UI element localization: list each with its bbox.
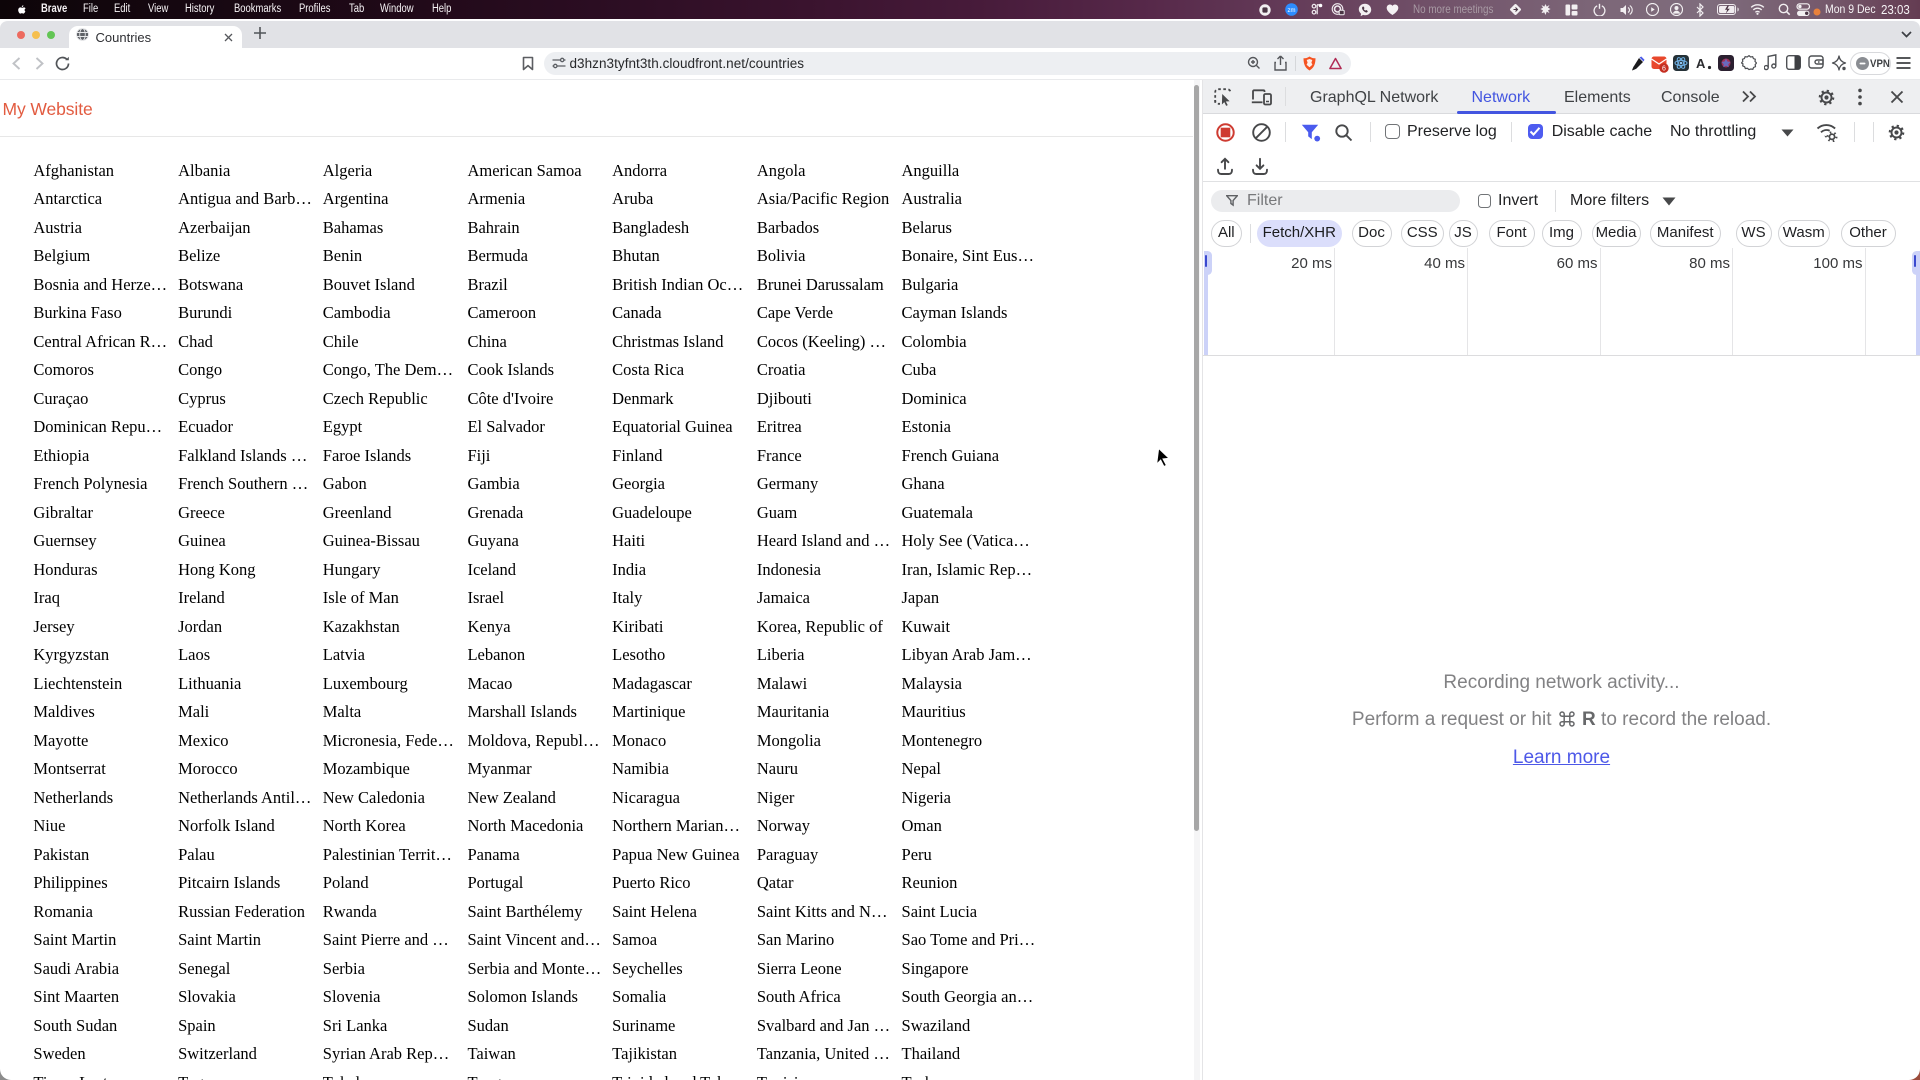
svg-text:A: A (1696, 56, 1706, 70)
svg-text:zm: zm (1288, 8, 1296, 14)
svg-text:6: 6 (1662, 65, 1666, 72)
